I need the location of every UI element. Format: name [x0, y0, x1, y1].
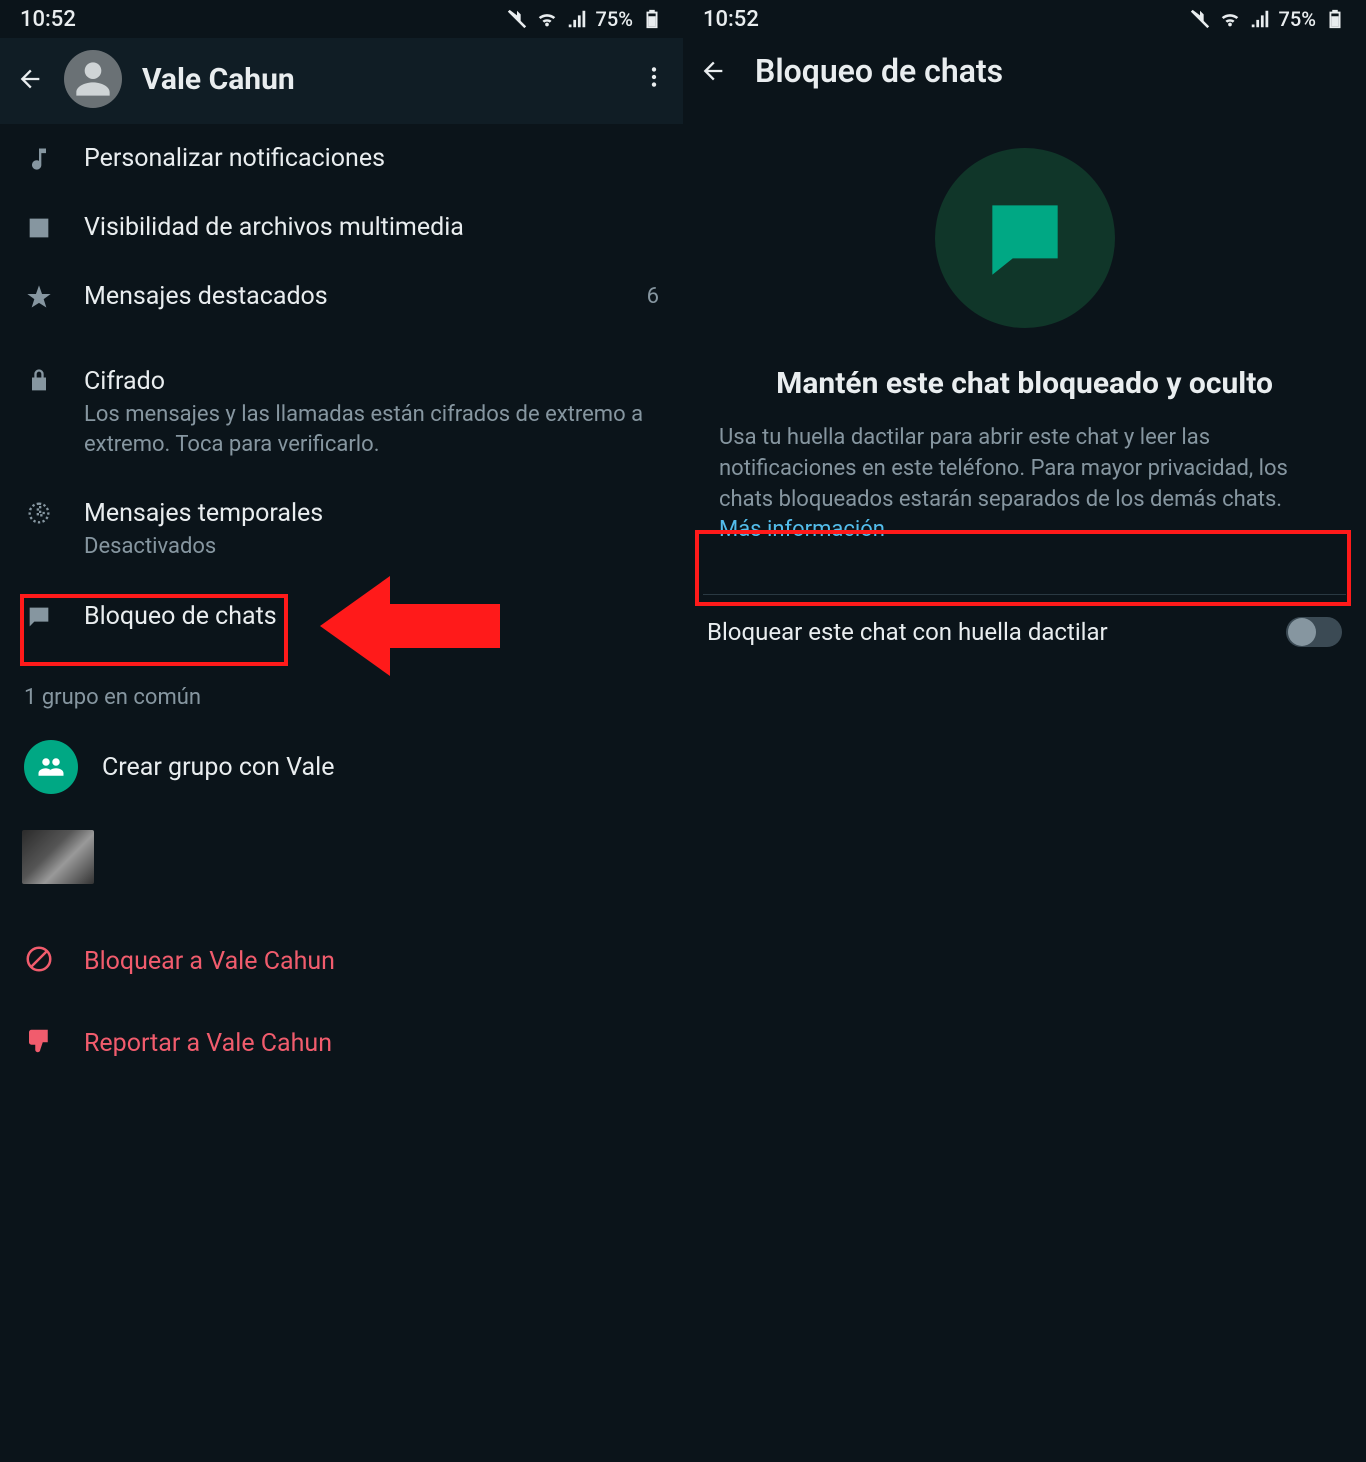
- group-thumbnail[interactable]: [22, 830, 94, 884]
- back-button[interactable]: [16, 65, 44, 93]
- battery-icon: [641, 8, 663, 30]
- status-time: 10:52: [20, 7, 76, 32]
- mute-icon: [1189, 8, 1211, 30]
- contact-avatar[interactable]: [64, 50, 122, 108]
- disappearing-subtitle: Desactivados: [84, 532, 659, 562]
- more-button[interactable]: [641, 64, 667, 94]
- battery-icon: [1324, 8, 1346, 30]
- timer-icon: [24, 499, 54, 527]
- row-label: Visibilidad de archivos multimedia: [84, 213, 659, 242]
- chatlock-hero: Mantén este chat bloqueado y oculto Usa …: [683, 108, 1366, 566]
- contact-name: Vale Cahun: [142, 62, 621, 97]
- encryption-title: Cifrado: [84, 367, 659, 396]
- chat-lock-label: Bloqueo de chats: [84, 602, 659, 631]
- row-label: Mensajes destacados: [84, 282, 617, 311]
- battery-pct: 75%: [1279, 7, 1316, 31]
- row-report[interactable]: Reportar a Vale Cahun: [0, 1002, 683, 1084]
- row-label: Personalizar notificaciones: [84, 144, 659, 173]
- wifi-icon: [1219, 8, 1241, 30]
- contact-header: Vale Cahun: [0, 38, 683, 124]
- phone-left: 10:52 75% Vale Cahun Personalizar notifi…: [0, 0, 683, 1462]
- group-icon: [24, 740, 78, 794]
- mute-icon: [506, 8, 528, 30]
- row-chat-lock[interactable]: Bloqueo de chats: [0, 582, 683, 651]
- page-title: Bloqueo de chats: [755, 52, 1003, 90]
- toggle-label: Bloquear este chat con huella dactilar: [707, 618, 1108, 646]
- lock-icon: [24, 367, 54, 395]
- groups-caption: 1 grupo en común: [0, 667, 683, 720]
- row-media-visibility[interactable]: Visibilidad de archivos multimedia: [0, 193, 683, 262]
- encryption-subtitle: Los mensajes y las llamadas están cifrad…: [84, 400, 659, 459]
- chatlock-hero-icon: [935, 148, 1115, 328]
- starred-count: 6: [647, 284, 659, 309]
- row-create-group[interactable]: Crear grupo con Vale: [0, 720, 683, 814]
- signal-icon: [1249, 8, 1271, 30]
- row-starred[interactable]: Mensajes destacados 6: [0, 262, 683, 331]
- signal-icon: [566, 8, 588, 30]
- music-note-icon: [24, 145, 54, 173]
- row-notifications[interactable]: Personalizar notificaciones: [0, 124, 683, 193]
- row-encryption[interactable]: Cifrado Los mensajes y las llamadas está…: [0, 347, 683, 479]
- thumbs-down-icon: [24, 1026, 54, 1060]
- hero-title: Mantén este chat bloqueado y oculto: [776, 366, 1273, 401]
- block-icon: [24, 944, 54, 978]
- chatlock-header: Bloqueo de chats: [683, 38, 1366, 108]
- status-bar: 10:52 75%: [0, 0, 683, 38]
- row-block[interactable]: Bloquear a Vale Cahun: [0, 920, 683, 1002]
- row-fingerprint-toggle[interactable]: Bloquear este chat con huella dactilar: [683, 595, 1366, 669]
- report-label: Reportar a Vale Cahun: [84, 1029, 332, 1058]
- row-disappearing[interactable]: Mensajes temporales Desactivados: [0, 479, 683, 582]
- phone-right: 10:52 75% Bloqueo de chats Mantén este c…: [683, 0, 1366, 1462]
- status-icons: 75%: [1189, 7, 1346, 31]
- hero-description-text: Usa tu huella dactilar para abrir este c…: [719, 425, 1288, 512]
- block-label: Bloquear a Vale Cahun: [84, 947, 335, 976]
- chat-lock-icon: [24, 603, 54, 631]
- back-button[interactable]: [699, 57, 727, 85]
- hero-description: Usa tu huella dactilar para abrir este c…: [713, 423, 1336, 546]
- create-group-label: Crear grupo con Vale: [102, 753, 659, 782]
- status-bar: 10:52 75%: [683, 0, 1366, 38]
- battery-pct: 75%: [596, 7, 633, 31]
- disappearing-title: Mensajes temporales: [84, 499, 659, 528]
- status-time: 10:52: [703, 7, 759, 32]
- photo-icon: [24, 214, 54, 242]
- wifi-icon: [536, 8, 558, 30]
- status-icons: 75%: [506, 7, 663, 31]
- fingerprint-toggle[interactable]: [1286, 617, 1342, 647]
- star-icon: [24, 283, 54, 311]
- more-info-link[interactable]: Más información: [719, 517, 885, 542]
